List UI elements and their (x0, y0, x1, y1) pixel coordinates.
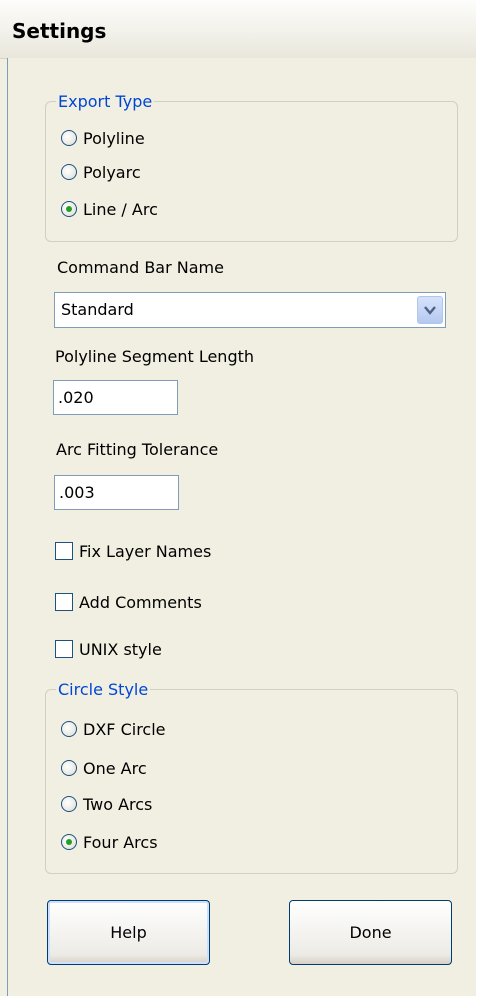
fix-layer-names-label: Fix Layer Names (79, 541, 212, 561)
radio-dxf-circle[interactable]: DXF Circle (61, 716, 166, 742)
window-edge (476, 0, 485, 996)
radio-line-arc[interactable]: Line / Arc (61, 196, 158, 222)
unix-style-label: UNIX style (79, 639, 162, 659)
arc-tolerance-field[interactable] (54, 475, 179, 510)
radio-icon (61, 164, 77, 180)
checkbox-icon (55, 542, 73, 560)
title-bar: Settings (0, 0, 476, 59)
settings-window: Settings Export Type Polyline Polyarc Li… (0, 0, 485, 996)
radio-icon (61, 721, 77, 737)
arc-tolerance-label: Arc Fitting Tolerance (56, 440, 219, 459)
checkbox-icon (55, 593, 73, 611)
radio-four-arcs-label: Four Arcs (83, 832, 158, 852)
export-type-legend: Export Type (58, 92, 153, 111)
polyline-segment-field[interactable] (53, 380, 178, 415)
checkbox-unix-style[interactable]: UNIX style (55, 636, 162, 662)
window-title: Settings (12, 19, 107, 43)
radio-two-arcs[interactable]: Two Arcs (61, 791, 152, 817)
done-button[interactable]: Done (289, 900, 452, 965)
checkbox-add-comments[interactable]: Add Comments (55, 589, 202, 615)
command-bar-value: Standard (61, 300, 134, 319)
add-comments-label: Add Comments (79, 592, 202, 612)
arc-tolerance-input[interactable] (55, 476, 169, 509)
radio-polyarc-label: Polyarc (83, 162, 141, 182)
circle-style-legend: Circle Style (58, 680, 149, 699)
radio-selected-icon (61, 834, 77, 850)
radio-polyline-label: Polyline (83, 128, 145, 148)
radio-line-arc-label: Line / Arc (83, 199, 158, 219)
polyline-segment-label: Polyline Segment Length (55, 347, 255, 366)
radio-one-arc-label: One Arc (83, 758, 147, 778)
command-bar-select[interactable]: Standard (54, 292, 446, 328)
command-bar-label: Command Bar Name (57, 258, 224, 277)
polyline-segment-input[interactable] (54, 381, 168, 414)
radio-one-arc[interactable]: One Arc (61, 755, 147, 781)
chevron-down-icon[interactable] (417, 296, 443, 324)
radio-two-arcs-label: Two Arcs (83, 794, 153, 814)
checkbox-fix-layer-names[interactable]: Fix Layer Names (55, 538, 211, 564)
radio-dxf-circle-label: DXF Circle (83, 719, 166, 739)
radio-selected-icon (61, 201, 77, 217)
radio-polyline[interactable]: Polyline (61, 125, 145, 151)
radio-four-arcs[interactable]: Four Arcs (61, 829, 158, 855)
checkbox-icon (55, 640, 73, 658)
radio-icon (61, 760, 77, 776)
radio-icon (61, 130, 77, 146)
help-button[interactable]: Help (47, 900, 210, 965)
radio-polyarc[interactable]: Polyarc (61, 159, 141, 185)
radio-icon (61, 796, 77, 812)
